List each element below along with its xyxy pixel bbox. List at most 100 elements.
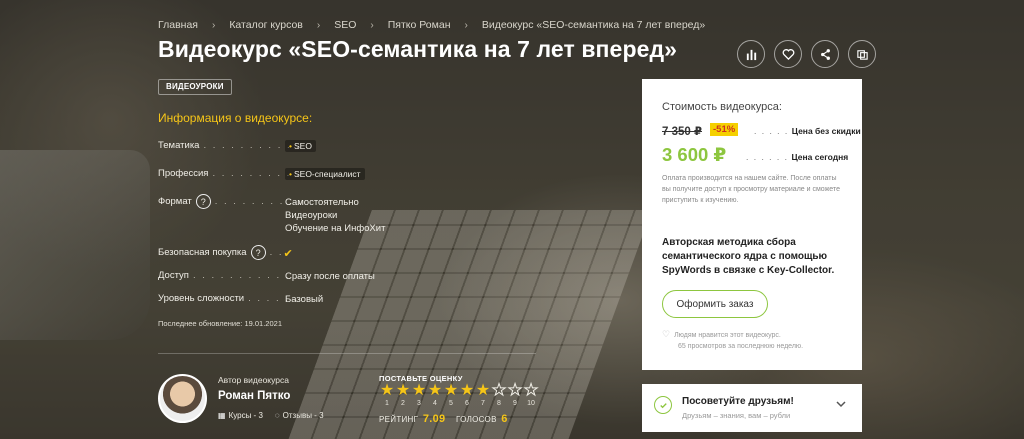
star-7[interactable]: ★ — [475, 383, 491, 399]
old-price-caption: Цена без скидки — [791, 126, 861, 136]
check-icon: ✔ — [283, 248, 293, 260]
rating-summary: РЕЙТИНГ 7.09 ГОЛОСОВ 6 — [379, 413, 516, 425]
old-price: 7 350 ₽ — [662, 126, 702, 138]
star-9[interactable]: ★ — [507, 382, 523, 399]
breadcrumb-author[interactable]: Пятко Роман — [388, 19, 451, 31]
stats-button[interactable] — [737, 40, 765, 68]
grid-icon: ▦ — [218, 411, 226, 420]
info-label: Безопасная покупка — [158, 247, 247, 258]
check-icon — [659, 402, 667, 408]
breadcrumb-home[interactable]: Главная — [158, 19, 198, 31]
stats-icon — [746, 49, 756, 60]
author-name[interactable]: Роман Пятко — [218, 390, 290, 402]
course-page: Главная › Каталог курсов › SEO › Пятко Р… — [0, 0, 1024, 439]
topic-pill[interactable]: SEO — [285, 140, 316, 152]
info-label: Доступ — [158, 270, 189, 281]
star-10[interactable]: ★ — [523, 382, 539, 399]
star-number: 4 — [433, 400, 437, 407]
new-price-label: . . . . . . Цена сегодня — [746, 152, 848, 162]
info-value: Сразу после оплаты — [285, 271, 375, 282]
last-updated: Последнее обновление: 19.01.2021 — [158, 319, 282, 328]
star-number: 1 — [385, 400, 389, 407]
profession-pill[interactable]: SEO-специалист — [285, 168, 365, 180]
compare-button[interactable] — [848, 40, 876, 68]
info-value: SEO-специалист — [285, 168, 365, 181]
votes-value: 6 — [501, 413, 508, 425]
page-title: Видеокурс «SEO-семантика на 7 лет вперед… — [158, 36, 678, 62]
format-value: Обучение на ИнфоХит — [285, 223, 386, 234]
category-tag[interactable]: ВИДЕОУРОКИ — [158, 79, 232, 95]
rating-stars[interactable]: ★ ★ ★ ★ ★ ★ ★ ★ ★ ★ — [379, 382, 539, 399]
chevron-down-icon[interactable] — [836, 399, 846, 409]
star-8[interactable]: ★ — [491, 382, 507, 399]
chevron-right-icon: › — [464, 19, 468, 31]
star-number: 8 — [497, 400, 501, 407]
heart-icon: ♡ — [662, 329, 671, 339]
recommend-title: Посоветуйте друзьям! — [682, 396, 794, 407]
star-number: 3 — [417, 400, 421, 407]
avatar[interactable] — [158, 374, 207, 423]
course-actions — [737, 40, 876, 68]
star-5[interactable]: ★ — [443, 383, 459, 399]
payment-note: Оплата производится на нашем сайте. Посл… — [662, 175, 840, 204]
format-value: Видеоуроки — [285, 210, 338, 221]
info-value: Самостоятельно Видеоуроки Обучение на Ин… — [285, 196, 385, 235]
likes-line-2: 65 просмотров за последнюю неделю. — [678, 343, 804, 350]
popularity-note: ♡ Людям нравится этот видеокурс. 65 просм… — [662, 329, 803, 352]
rating-numbers: 1 2 3 4 5 6 7 8 9 10 — [379, 400, 539, 407]
chevron-right-icon: › — [211, 19, 216, 31]
leader-dots: . . . . . — [754, 126, 789, 136]
course-method: Авторская методика сбора семантического … — [662, 237, 835, 276]
comment-icon: ◌ — [274, 411, 280, 420]
star-number: 2 — [401, 400, 405, 407]
help-icon[interactable]: ? — [195, 194, 211, 209]
star-4[interactable]: ★ — [427, 383, 443, 399]
rating-label: РЕЙТИНГ — [379, 415, 419, 424]
divider — [158, 353, 536, 354]
format-value: Самостоятельно — [285, 197, 359, 208]
leader-dots: . . . . . . — [746, 152, 789, 162]
author-courses: Курсы - 3 — [228, 411, 263, 420]
price-card: Стоимость видеокурса: 7 350 ₽ -51% . . .… — [642, 79, 862, 370]
likes-line-1: Людям нравится этот видеокурс. — [674, 332, 781, 339]
compare-icon — [856, 49, 868, 60]
author-reviews-link[interactable]: ◌ Отзывы - 3 — [275, 411, 324, 420]
new-price: 3 600 ₽ — [662, 144, 727, 165]
leader-dots: . . — [269, 247, 284, 258]
author-reviews: Отзывы - 3 — [282, 411, 324, 420]
breadcrumb-catalog[interactable]: Каталог курсов — [229, 19, 303, 31]
share-icon — [820, 48, 830, 60]
new-price-caption: Цена сегодня — [791, 152, 849, 162]
star-3[interactable]: ★ — [411, 383, 427, 399]
breadcrumb: Главная › Каталог курсов › SEO › Пятко Р… — [158, 19, 705, 31]
author-caption: Автор видеокурса — [218, 375, 289, 385]
star-6[interactable]: ★ — [459, 383, 475, 399]
votes-label: ГОЛОСОВ — [455, 415, 497, 424]
recommend-subtitle: Друзьям – знания, вам – рубли — [682, 411, 791, 420]
star-1[interactable]: ★ — [379, 383, 395, 399]
breadcrumb-current: Видеокурс «SEO-семантика на 7 лет вперед… — [481, 19, 706, 31]
star-number: 10 — [527, 400, 535, 407]
star-2[interactable]: ★ — [395, 383, 411, 399]
info-heading: Информация о видеокурсе: — [158, 111, 313, 125]
info-row-access: Доступ . . . . . . . . . . . . . . Сразу… — [158, 270, 375, 282]
chevron-right-icon: › — [370, 19, 374, 31]
star-number: 7 — [481, 400, 485, 407]
recommend-icon — [654, 396, 672, 414]
star-number: 9 — [513, 400, 517, 407]
info-row-format: Формат ? . . . . . . . . . . Самостоятел… — [158, 194, 385, 234]
discount-badge: -51% — [710, 123, 739, 136]
order-button[interactable]: Оформить заказ — [662, 290, 768, 318]
recommend-friends-panel[interactable]: Посоветуйте друзьям! Друзьям – знания, в… — [642, 384, 862, 432]
breadcrumb-seo[interactable]: SEO — [334, 19, 356, 31]
heart-icon — [782, 48, 794, 60]
author-courses-link[interactable]: ▦ Курсы - 3 — [218, 411, 263, 420]
star-number: 5 — [449, 400, 453, 407]
share-button[interactable] — [811, 40, 839, 68]
help-icon[interactable]: ? — [250, 245, 266, 260]
info-label: Профессия — [158, 168, 209, 179]
star-number: 6 — [465, 400, 469, 407]
info-row-level: Уровень сложности . . . . . . Базовый — [158, 293, 323, 305]
info-label: Тематика — [158, 140, 200, 151]
favorite-button[interactable] — [774, 40, 802, 68]
